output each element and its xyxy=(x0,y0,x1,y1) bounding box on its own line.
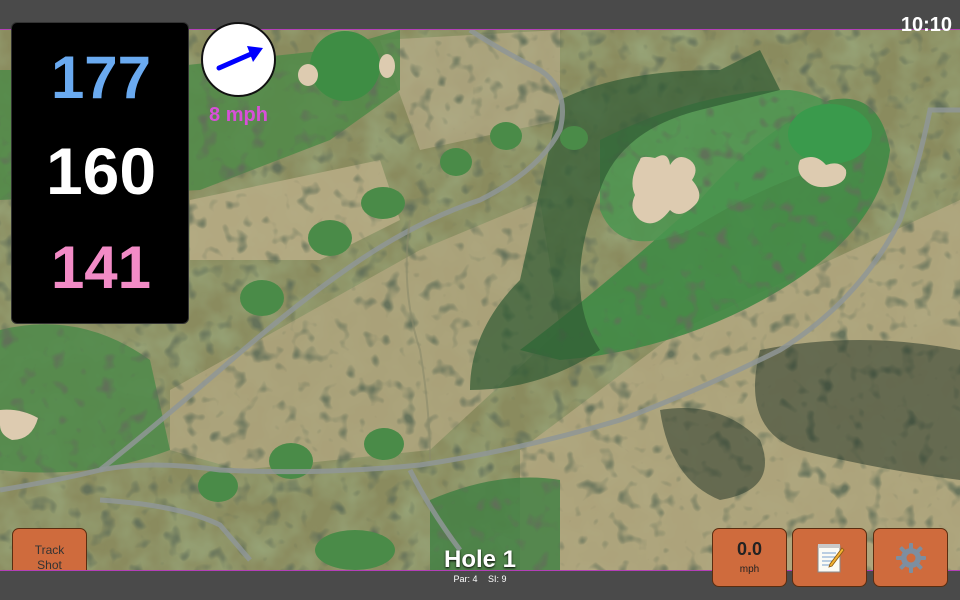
wind-compass xyxy=(201,22,276,97)
stroke-index-label: SI: 9 xyxy=(488,574,507,584)
wind-speed-label: 8 mph xyxy=(209,104,268,126)
speed-unit: mph xyxy=(739,564,760,575)
track-shot-label-line1: Track xyxy=(34,543,65,558)
golf-gps-screen: 10:10 177 160 141 8 mph Track Shot Hole … xyxy=(0,0,960,600)
wind-arrow-icon xyxy=(216,46,263,71)
gear-icon xyxy=(895,542,926,573)
hole-info: Hole 1 Par: 4 SI: 9 xyxy=(400,546,560,585)
speed-button[interactable]: 0.0 mph xyxy=(712,528,787,587)
notepad-icon xyxy=(817,543,845,572)
distance-panel: 177 160 141 xyxy=(11,22,189,324)
hole-meta: Par: 4 SI: 9 xyxy=(400,574,560,584)
par-label: Par: 4 xyxy=(453,574,478,584)
settings-button[interactable] xyxy=(873,528,948,587)
hole-title: Hole 1 xyxy=(443,546,517,573)
middle-distance: 160 xyxy=(45,134,157,208)
front-distance: 141 xyxy=(50,234,152,301)
clock: 10:10 xyxy=(900,14,952,36)
back-distance: 177 xyxy=(50,44,152,111)
speed-value: 0.0 xyxy=(736,539,763,559)
scorecard-button[interactable] xyxy=(792,528,867,587)
